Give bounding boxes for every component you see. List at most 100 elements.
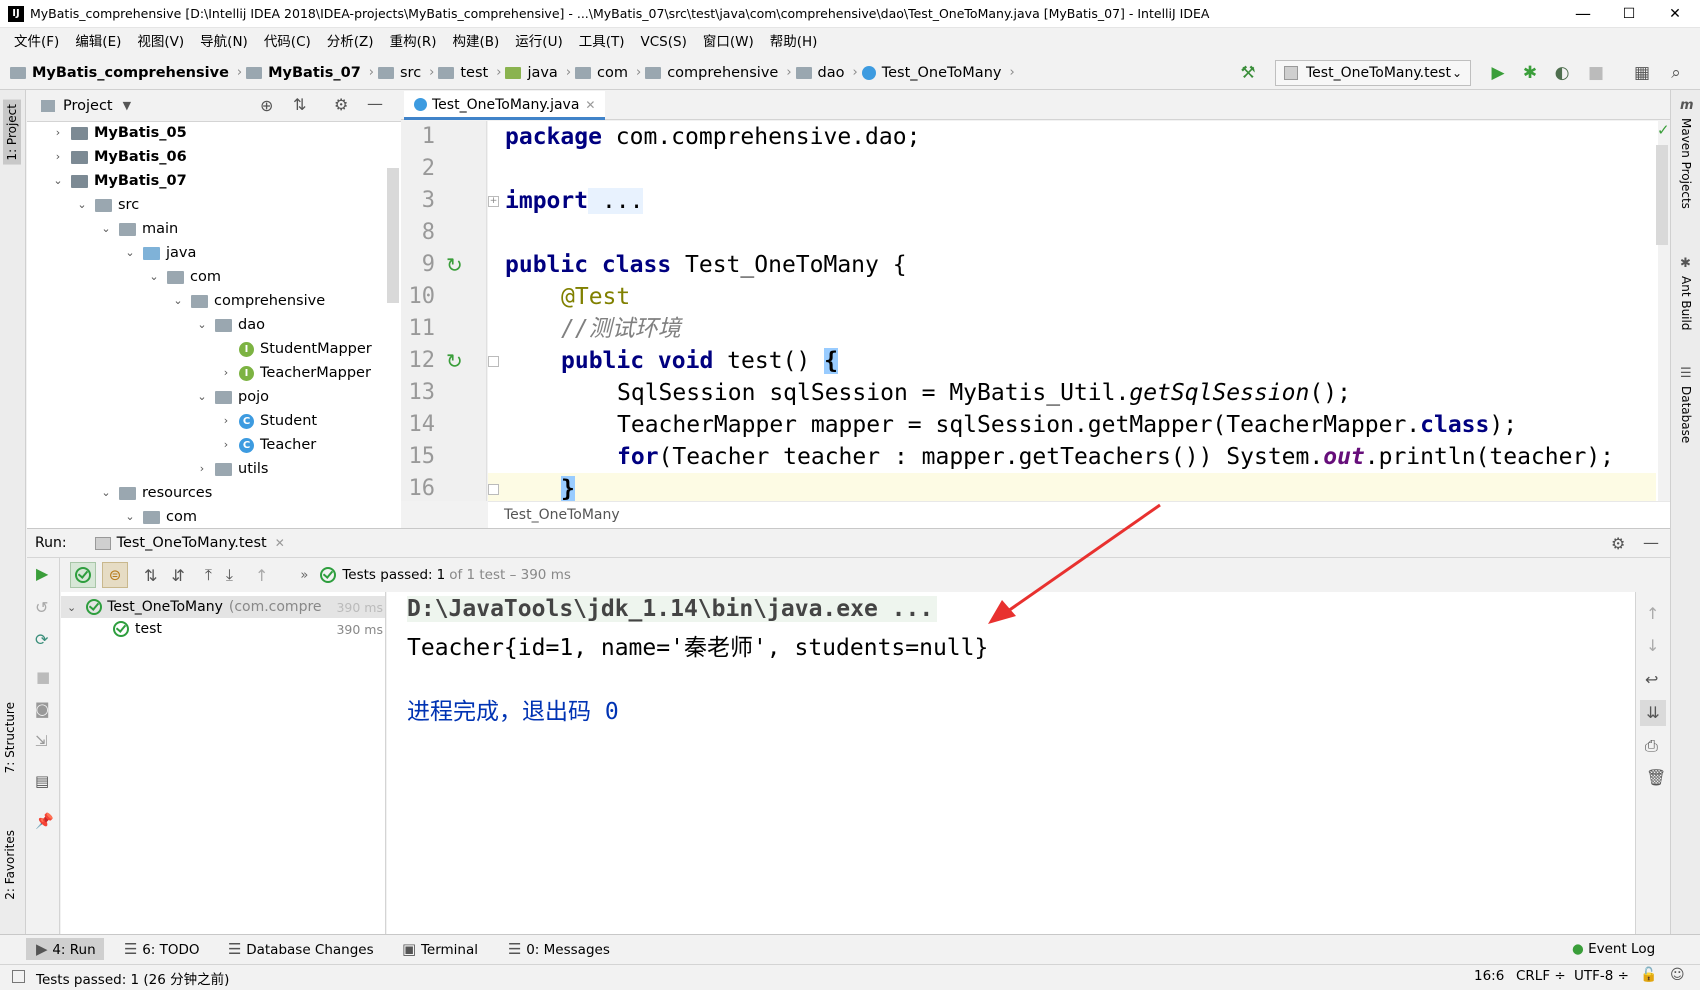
chevron-down-icon[interactable]: ▼: [123, 99, 131, 112]
chevron-down-icon[interactable]: ⌄: [123, 506, 137, 528]
inspector-icon[interactable]: ☺: [1670, 967, 1685, 983]
tab-project[interactable]: 1: Project: [3, 100, 21, 165]
chevron-right-icon[interactable]: ›: [219, 434, 233, 456]
fold-expand-icon[interactable]: +: [488, 196, 499, 207]
tree-node[interactable]: › I TeacherMapper: [219, 362, 371, 384]
chevron-down-icon[interactable]: ⌄: [171, 290, 185, 312]
search-icon[interactable]: ⌕: [1664, 61, 1688, 85]
toolwindow-todo[interactable]: ☰ 6: TODO: [124, 938, 200, 960]
tree-node[interactable]: ⌄ src: [75, 194, 139, 216]
previous-failed-icon[interactable]: ↑: [255, 566, 268, 585]
locate-target-icon[interactable]: ⊕: [260, 96, 273, 115]
collapse-all-icon[interactable]: ⇅: [293, 95, 306, 114]
breadcrumb-class[interactable]: Test_OneToMany ›: [861, 65, 1015, 81]
chevron-down-icon[interactable]: ⌄: [195, 314, 209, 336]
layout-icon[interactable]: ▤: [35, 772, 49, 790]
tree-node[interactable]: › C Teacher: [219, 434, 316, 456]
menu-vcs[interactable]: VCS(S): [633, 28, 695, 56]
tree-node[interactable]: ⌄ comprehensive: [171, 290, 325, 312]
tab-ant-build[interactable]: Ant Build: [1679, 276, 1693, 330]
editor-scrollbar[interactable]: [1656, 145, 1668, 245]
tab-structure[interactable]: 7: Structure: [3, 702, 17, 773]
down-arrow-icon[interactable]: ↓: [1646, 636, 1659, 655]
breadcrumb-module[interactable]: MyBatis_07 ›: [246, 65, 374, 81]
breadcrumb-com[interactable]: com ›: [575, 65, 641, 81]
project-scrollbar[interactable]: [387, 168, 399, 303]
chevron-right-icon[interactable]: ›: [51, 122, 65, 144]
run-tab-label[interactable]: Test_OneToMany.test: [117, 535, 267, 551]
breadcrumb-dao[interactable]: dao ›: [795, 65, 858, 81]
chevron-down-icon[interactable]: ⌄: [195, 386, 209, 408]
fold-collapse-icon[interactable]: [488, 484, 499, 495]
menu-run[interactable]: 运行(U): [507, 28, 570, 56]
chevron-right-icon[interactable]: ›: [219, 410, 233, 432]
chevron-right-icon[interactable]: ›: [195, 458, 209, 480]
expand-all-icon[interactable]: ⤒: [205, 565, 212, 585]
chevron-down-icon[interactable]: ⌄: [75, 194, 89, 216]
chevron-right-icon[interactable]: ›: [219, 362, 233, 384]
hide-panel-icon[interactable]: —: [367, 94, 383, 113]
tree-node[interactable]: ⌄ pojo: [195, 386, 269, 408]
menu-help[interactable]: 帮助(H): [762, 28, 826, 56]
collapse-all-icon[interactable]: ⤓: [226, 565, 233, 585]
tree-node[interactable]: ⌄ main: [99, 218, 178, 240]
tab-database[interactable]: Database: [1679, 386, 1693, 443]
import-tests-icon[interactable]: ⇲: [35, 732, 48, 750]
close-icon[interactable]: ✕: [275, 536, 285, 550]
test-row-class[interactable]: ⌄ Test_OneToMany (com.compreh 390 ms: [61, 596, 385, 618]
tree-node[interactable]: › MyBatis_06: [51, 146, 187, 168]
soft-wrap-icon[interactable]: ↩: [1645, 670, 1658, 689]
tree-node[interactable]: I StudentMapper: [219, 338, 372, 360]
fold-collapse-icon[interactable]: [488, 356, 499, 367]
breadcrumb-java[interactable]: java ›: [505, 65, 571, 81]
menu-code[interactable]: 代码(C): [256, 28, 319, 56]
close-icon[interactable]: ✕: [585, 98, 595, 112]
camera-icon[interactable]: ◙: [35, 700, 50, 718]
caret-position[interactable]: 16:6: [1474, 968, 1504, 984]
print-icon[interactable]: ⎙: [1645, 736, 1658, 756]
tree-node[interactable]: › C Student: [219, 410, 317, 432]
sort-by-duration-icon[interactable]: ⇵: [171, 566, 184, 585]
stop-icon[interactable]: ■: [36, 668, 50, 686]
chevron-down-icon[interactable]: ⌄: [99, 218, 113, 240]
chevron-right-icon[interactable]: ›: [51, 146, 65, 168]
toolwindow-database-changes[interactable]: ☰ Database Changes: [228, 938, 374, 960]
trash-icon[interactable]: 🗑: [1646, 768, 1666, 787]
scroll-to-end-icon[interactable]: ⇊: [1640, 700, 1666, 726]
up-arrow-icon[interactable]: ↑: [1646, 604, 1659, 623]
line-separator-select[interactable]: CRLF ÷: [1516, 968, 1566, 984]
run-test-gutter-icon[interactable]: ↻: [446, 253, 463, 277]
show-passed-toggle[interactable]: [70, 562, 96, 588]
tree-node[interactable]: › utils: [195, 458, 269, 480]
folded-imports[interactable]: ...: [588, 188, 644, 214]
chevron-down-icon[interactable]: ⌄: [123, 242, 137, 264]
menu-edit[interactable]: 编辑(E): [67, 28, 129, 56]
run-play-icon[interactable]: ▶: [1486, 61, 1510, 85]
menu-analyze[interactable]: 分析(Z): [319, 28, 382, 56]
tree-node[interactable]: ⌄ MyBatis_07: [51, 170, 186, 192]
toolwindow-messages[interactable]: ☰ 0: Messages: [508, 938, 610, 960]
rerun-failed-icon[interactable]: ↺: [35, 598, 48, 617]
coverage-icon[interactable]: ◐: [1550, 61, 1574, 85]
breadcrumb-src[interactable]: src ›: [378, 65, 434, 81]
tab-maven-projects[interactable]: Maven Projects: [1679, 118, 1693, 209]
debug-bug-icon[interactable]: ✱: [1518, 61, 1542, 85]
breadcrumb-project[interactable]: MyBatis_comprehensive ›: [10, 65, 242, 81]
toolwindow-event-log[interactable]: ● Event Log: [1572, 938, 1655, 960]
menu-build[interactable]: 构建(B): [445, 28, 508, 56]
chevron-down-icon[interactable]: ⌄: [147, 266, 161, 288]
build-hammer-icon[interactable]: ⚒: [1236, 61, 1260, 85]
more-actions-icon[interactable]: »: [300, 568, 308, 583]
menu-view[interactable]: 视图(V): [129, 28, 192, 56]
toolwindow-terminal[interactable]: ▣ Terminal: [402, 938, 478, 960]
gear-icon[interactable]: ⚙: [1611, 534, 1625, 553]
chevron-down-icon[interactable]: ⌄: [99, 482, 113, 504]
inspection-ok-icon[interactable]: ✓: [1657, 121, 1670, 139]
tree-node[interactable]: ⌄ java: [123, 242, 196, 264]
menu-navigate[interactable]: 导航(N): [192, 28, 256, 56]
chevron-down-icon[interactable]: ⌄: [51, 170, 65, 192]
stop-icon[interactable]: ■: [1584, 61, 1608, 85]
close-button[interactable]: ✕: [1652, 0, 1698, 28]
run-configuration-select[interactable]: Test_OneToMany.test ⌄: [1275, 60, 1471, 86]
gear-icon[interactable]: ⚙: [334, 95, 348, 114]
